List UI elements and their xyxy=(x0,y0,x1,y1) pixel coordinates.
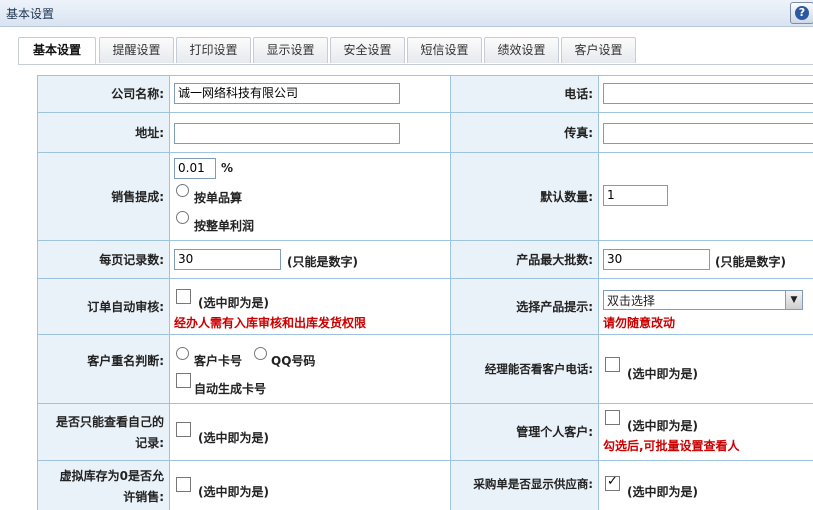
own-records-hint: (选中即为是) xyxy=(198,431,269,445)
dup-check-label: 客户重名判断: xyxy=(38,335,170,404)
manage-personal-label: 管理个人客户: xyxy=(451,404,599,461)
tab-reminder-settings[interactable]: 提醒设置 xyxy=(99,37,174,63)
fax-cell xyxy=(599,113,813,153)
auto-review-cell: (选中即为是) 经办人需有入库审核和出库发货权限 xyxy=(170,279,451,335)
product-prompt-note: 请勿随意改动 xyxy=(603,316,676,330)
page-records-label: 每页记录数: xyxy=(38,241,170,279)
address-cell xyxy=(170,113,451,153)
window-title: 基本设置 xyxy=(6,7,55,21)
chevron-down-icon[interactable]: ▼ xyxy=(785,291,802,309)
window-titlebar: 基本设置 ? xyxy=(0,0,813,27)
tab-print-settings[interactable]: 打印设置 xyxy=(176,37,251,63)
default-qty-input[interactable]: 1 xyxy=(603,185,668,206)
dup-check-qq-label: QQ号码 xyxy=(271,354,316,368)
page-records-hint: (只能是数字) xyxy=(287,255,358,269)
auto-review-label: 订单自动审核: xyxy=(38,279,170,335)
tab-basic-settings[interactable]: 基本设置 xyxy=(18,37,96,65)
page-records-cell: 30 (只能是数字) xyxy=(170,241,451,279)
max-batch-input[interactable]: 30 xyxy=(603,249,710,270)
company-name-label: 公司名称: xyxy=(38,76,170,113)
max-batch-label: 产品最大批数: xyxy=(451,241,599,279)
virtual-stock-label: 虚拟库存为0是否允 许销售: xyxy=(38,461,170,510)
own-records-label-line2: 记录: xyxy=(135,436,164,450)
tab-customer-settings[interactable]: 客户设置 xyxy=(561,37,636,63)
commission-by-order-radio[interactable] xyxy=(176,211,189,224)
tab-divider xyxy=(18,64,813,65)
product-prompt-cell: 双击选择 ▼ 请勿随意改动 xyxy=(599,279,813,335)
own-records-label-line1: 是否只能查看自己的 xyxy=(55,415,164,429)
manage-personal-cell: (选中即为是) 勾选后,可批量设置查看人 xyxy=(599,404,813,461)
help-button[interactable]: ? xyxy=(790,2,813,24)
phone-label: 电话: xyxy=(451,76,599,113)
commission-by-item-label: 按单品算 xyxy=(194,191,243,205)
auto-card-checkbox[interactable] xyxy=(176,373,191,388)
product-prompt-value: 双击选择 xyxy=(607,294,656,308)
show-supplier-hint: (选中即为是) xyxy=(627,485,698,499)
max-batch-hint: (只能是数字) xyxy=(715,255,786,269)
fax-input[interactable] xyxy=(603,123,813,144)
help-icon: ? xyxy=(795,6,809,20)
manage-personal-hint: (选中即为是) xyxy=(627,419,698,433)
commission-input[interactable]: 0.01 xyxy=(174,158,216,179)
phone-input[interactable] xyxy=(603,83,813,104)
commission-unit: % xyxy=(221,161,234,175)
phone-cell xyxy=(599,76,813,113)
address-input[interactable] xyxy=(174,123,400,144)
company-name-input[interactable]: 诚一网络科技有限公司 xyxy=(174,83,400,104)
product-prompt-select[interactable]: 双击选择 ▼ xyxy=(603,290,803,310)
commission-label: 销售提成: xyxy=(38,153,170,241)
tab-performance-settings[interactable]: 绩效设置 xyxy=(484,37,559,63)
virtual-stock-checkbox[interactable] xyxy=(176,477,191,492)
manage-personal-note: 勾选后,可批量设置查看人 xyxy=(603,439,740,453)
tab-sms-settings[interactable]: 短信设置 xyxy=(407,37,482,63)
settings-form: 公司名称: 诚一网络科技有限公司 电话: 地址: 传真: 销售提成: 0.01 … xyxy=(37,75,813,510)
default-qty-cell: 1 xyxy=(599,153,813,241)
auto-review-hint: (选中即为是) xyxy=(198,296,269,310)
auto-review-checkbox[interactable] xyxy=(176,289,191,304)
own-records-label: 是否只能查看自己的 记录: xyxy=(38,404,170,461)
show-supplier-label: 采购单是否显示供应商: xyxy=(451,461,599,510)
manager-view-phone-label: 经理能否看客户电话: xyxy=(451,335,599,404)
dup-check-card-radio[interactable] xyxy=(176,347,189,360)
commission-by-item-radio[interactable] xyxy=(176,184,189,197)
commission-by-order-label: 按整单利润 xyxy=(194,219,255,233)
page-records-input[interactable]: 30 xyxy=(174,249,281,270)
own-records-checkbox[interactable] xyxy=(176,422,191,437)
address-label: 地址: xyxy=(38,113,170,153)
manager-view-phone-cell: (选中即为是) xyxy=(599,335,813,404)
auto-card-label: 自动生成卡号 xyxy=(194,382,267,396)
manage-personal-checkbox[interactable] xyxy=(605,410,620,425)
commission-cell: 0.01 % 按单品算 按整单利润 xyxy=(170,153,451,241)
manager-view-phone-hint: (选中即为是) xyxy=(627,367,698,381)
own-records-cell: (选中即为是) xyxy=(170,404,451,461)
tab-security-settings[interactable]: 安全设置 xyxy=(330,37,405,63)
dup-check-cell: 客户卡号 QQ号码 自动生成卡号 xyxy=(170,335,451,404)
product-prompt-label: 选择产品提示: xyxy=(451,279,599,335)
tab-display-settings[interactable]: 显示设置 xyxy=(253,37,328,63)
virtual-stock-label-line2: 许销售: xyxy=(123,490,164,504)
company-name-cell: 诚一网络科技有限公司 xyxy=(170,76,451,113)
max-batch-cell: 30 (只能是数字) xyxy=(599,241,813,279)
virtual-stock-hint: (选中即为是) xyxy=(198,485,269,499)
default-qty-label: 默认数量: xyxy=(451,153,599,241)
virtual-stock-cell: (选中即为是) xyxy=(170,461,451,510)
fax-label: 传真: xyxy=(451,113,599,153)
show-supplier-cell: (选中即为是) xyxy=(599,461,813,510)
show-supplier-checkbox[interactable] xyxy=(605,474,620,491)
manager-view-phone-checkbox[interactable] xyxy=(605,357,620,372)
virtual-stock-label-line1: 虚拟库存为0是否允 xyxy=(59,469,164,483)
auto-review-note: 经办人需有入库审核和出库发货权限 xyxy=(174,316,367,330)
dup-check-qq-radio[interactable] xyxy=(254,347,267,360)
dup-check-card-label: 客户卡号 xyxy=(194,354,243,368)
